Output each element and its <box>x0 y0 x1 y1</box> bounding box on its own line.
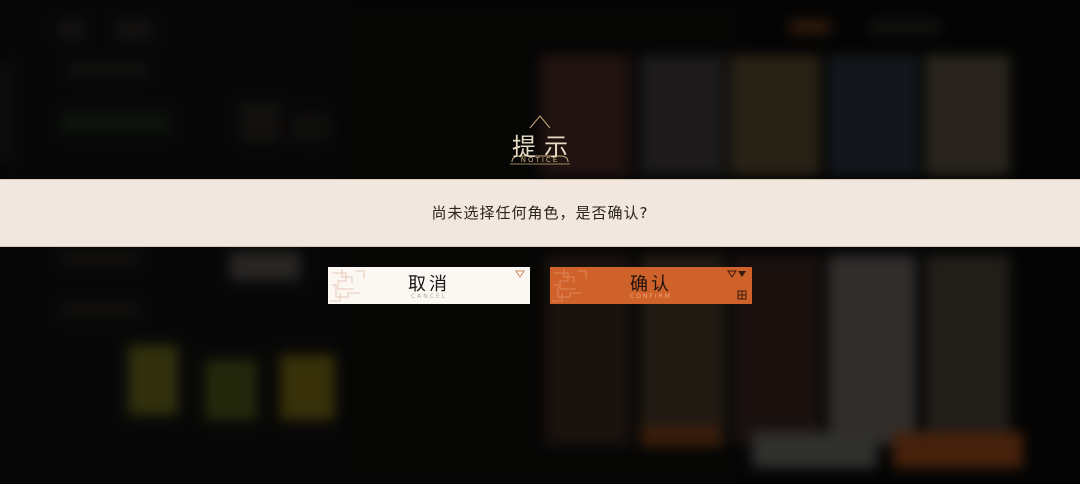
confirm-button[interactable]: 确认 CONFIRM <box>550 267 752 304</box>
dialog-header: 提示 NOTICE <box>490 112 590 172</box>
confirm-button-sublabel: CONFIRM <box>630 293 672 300</box>
dialog-message: 尚未选择任何角色，是否确认? <box>431 204 649 222</box>
dialog-subtitle: NOTICE <box>520 156 560 164</box>
cancel-button[interactable]: 取消 CANCEL <box>328 267 530 304</box>
dialog-message-band: 尚未选择任何角色，是否确认? <box>0 179 1080 247</box>
cancel-button-sublabel: CANCEL <box>410 293 448 300</box>
